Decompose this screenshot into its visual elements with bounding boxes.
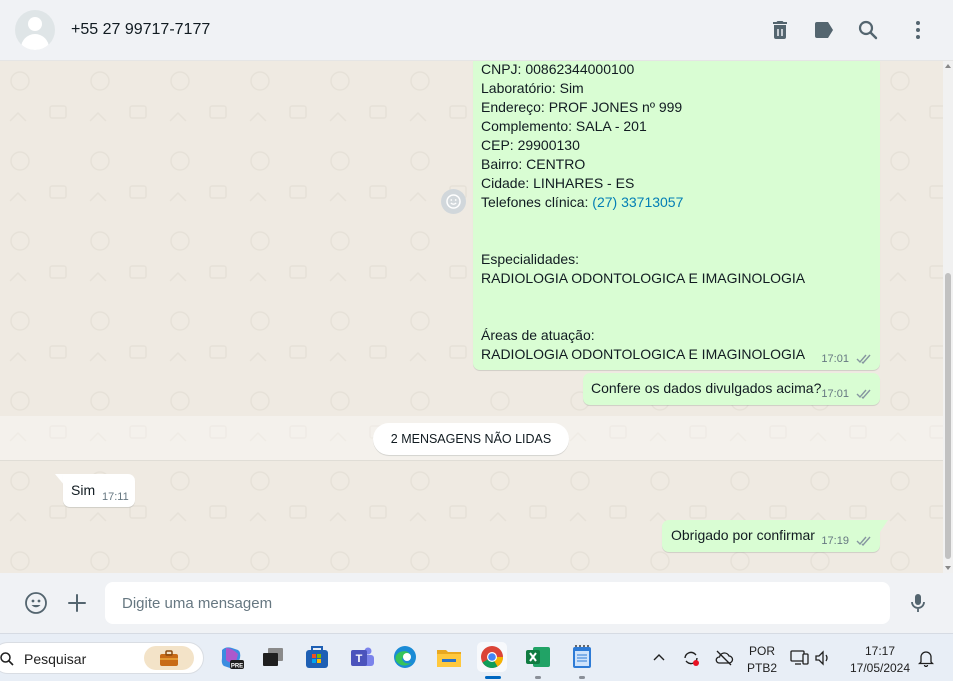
react-emoji-button[interactable] <box>441 189 466 214</box>
message-meta: 17:01 <box>821 388 872 400</box>
detail-cidade: Cidade: LINHARES - ES <box>481 175 635 191</box>
delete-icon[interactable] <box>768 18 792 42</box>
contact-name[interactable]: +55 27 99717-7177 <box>71 21 210 39</box>
detail-complemento: Complemento: SALA - 201 <box>481 118 647 134</box>
edge-icon <box>394 646 416 668</box>
excel-open-indicator <box>535 676 541 679</box>
language-code: POR <box>748 644 775 658</box>
double-check-icon <box>856 354 871 365</box>
svg-text:PRE: PRE <box>231 664 243 670</box>
message-time: 17:11 <box>102 491 129 503</box>
detail-bairro: Bairro: CENTRO <box>481 156 586 172</box>
attach-plus-icon[interactable] <box>65 591 89 615</box>
message-input-box[interactable] <box>105 582 890 624</box>
double-check-icon <box>856 389 871 400</box>
clock-date: 17/05/2024 <box>849 661 911 675</box>
search-icon[interactable] <box>856 18 880 42</box>
smiley-icon <box>446 194 461 209</box>
cloud-off-icon[interactable] <box>714 649 734 667</box>
chat-header: +55 27 99717-7177 <box>0 0 953 61</box>
taskbar-edge[interactable] <box>390 642 420 672</box>
windows-taskbar: Pesquisar PRE T POR PTB2 17:17 17/05/202… <box>0 633 953 681</box>
taskbar-teams[interactable]: T <box>347 642 377 672</box>
chrome-icon <box>481 646 503 668</box>
notification-bell-icon[interactable] <box>918 649 934 667</box>
notepad-icon <box>573 645 591 668</box>
message-time: 17:01 <box>821 388 849 400</box>
sync-icon[interactable] <box>681 648 701 668</box>
copilot-icon: PRE <box>221 647 244 670</box>
briefcase-icon <box>160 650 178 666</box>
search-icon <box>0 652 14 666</box>
chat-scrollbar[interactable] <box>943 61 953 573</box>
message-details[interactable]: CNPJ: 00862344000100 Laboratório: Sim En… <box>473 61 880 370</box>
clock[interactable]: 17:17 17/05/2024 <box>843 644 917 675</box>
taskbar-chrome[interactable] <box>477 642 507 672</box>
search-label: Pesquisar <box>24 651 87 667</box>
volume-icon[interactable] <box>814 649 832 667</box>
briefcase-badge <box>144 646 194 670</box>
double-check-icon <box>856 536 871 547</box>
menu-icon[interactable] <box>906 18 930 42</box>
detail-areas-label: Áreas de atuação: <box>481 327 595 343</box>
message-reply-thanks[interactable]: Obrigado por confirmar 17:19 <box>662 520 880 552</box>
chevron-up-icon[interactable] <box>652 651 666 663</box>
phone-link[interactable]: (27) 33713057 <box>592 194 683 210</box>
language-indicator[interactable]: POR PTB2 <box>744 644 780 675</box>
label-icon[interactable] <box>812 18 836 42</box>
detail-especialidades-value: RADIOLOGIA ODONTOLOGICA E IMAGINOLOGIA <box>481 270 806 286</box>
excel-icon <box>526 647 550 667</box>
teams-icon: T <box>351 647 374 666</box>
keyboard-layout: PTB2 <box>746 661 777 675</box>
chrome-active-indicator <box>485 676 501 679</box>
detail-telefones: Telefones clínica: (27) 33713057 <box>481 194 683 210</box>
svg-text:T: T <box>356 653 363 665</box>
message-reply-sim[interactable]: Sim 17:11 <box>63 474 135 507</box>
message-confirm-question[interactable]: Confere os dados divulgados acima? 17:01 <box>583 373 880 405</box>
emoji-icon[interactable] <box>24 591 48 615</box>
message-meta: 17:01 <box>821 353 872 365</box>
message-time: 17:01 <box>821 353 849 365</box>
taskbar-store[interactable] <box>302 642 332 672</box>
detail-cnpj: CNPJ: 00862344000100 <box>481 61 635 77</box>
taskbar-notepad[interactable] <box>567 642 597 672</box>
taskbar-excel[interactable] <box>523 642 553 672</box>
message-meta: 17:19 <box>821 535 872 547</box>
bubble-tail <box>880 520 888 532</box>
detail-cep: CEP: 29900130 <box>481 137 580 153</box>
detail-endereco: Endereço: PROF JONES nº 999 <box>481 99 683 115</box>
scroll-up-icon[interactable] <box>945 64 951 68</box>
taskbar-copilot[interactable]: PRE <box>216 642 246 672</box>
store-icon <box>306 646 328 668</box>
message-text: Obrigado por confirmar <box>671 527 815 543</box>
taskbar-search[interactable]: Pesquisar <box>0 642 204 674</box>
message-time: 17:19 <box>821 535 849 547</box>
scroll-down-icon[interactable] <box>945 566 951 570</box>
detail-areas-value: RADIOLOGIA ODONTOLOGICA E IMAGINOLOGIA <box>481 346 806 362</box>
message-input[interactable] <box>105 582 890 624</box>
microphone-icon[interactable] <box>906 591 930 615</box>
scrollbar-thumb[interactable] <box>945 273 951 559</box>
detail-laboratorio: Laboratório: Sim <box>481 80 584 96</box>
detail-especialidades-label: Especialidades: <box>481 251 580 267</box>
chat-area[interactable]: CNPJ: 00862344000100 Laboratório: Sim En… <box>0 61 943 573</box>
folder-icon <box>437 650 461 667</box>
composer-bar <box>0 573 953 633</box>
notepad-open-indicator <box>579 676 585 679</box>
clock-time: 17:17 <box>864 644 896 658</box>
message-text: Confere os dados divulgados acima? <box>591 380 822 396</box>
taskbar-file-explorer[interactable] <box>434 642 464 672</box>
taskbar-task-view[interactable] <box>258 642 288 672</box>
task-view-icon <box>263 648 283 666</box>
network-icon[interactable] <box>790 649 810 667</box>
unread-messages-label: 2 MENSAGENS NÃO LIDAS <box>373 423 569 455</box>
message-text: Sim <box>71 482 96 498</box>
avatar[interactable] <box>15 10 55 50</box>
telefones-label: Telefones clínica: <box>481 194 589 210</box>
